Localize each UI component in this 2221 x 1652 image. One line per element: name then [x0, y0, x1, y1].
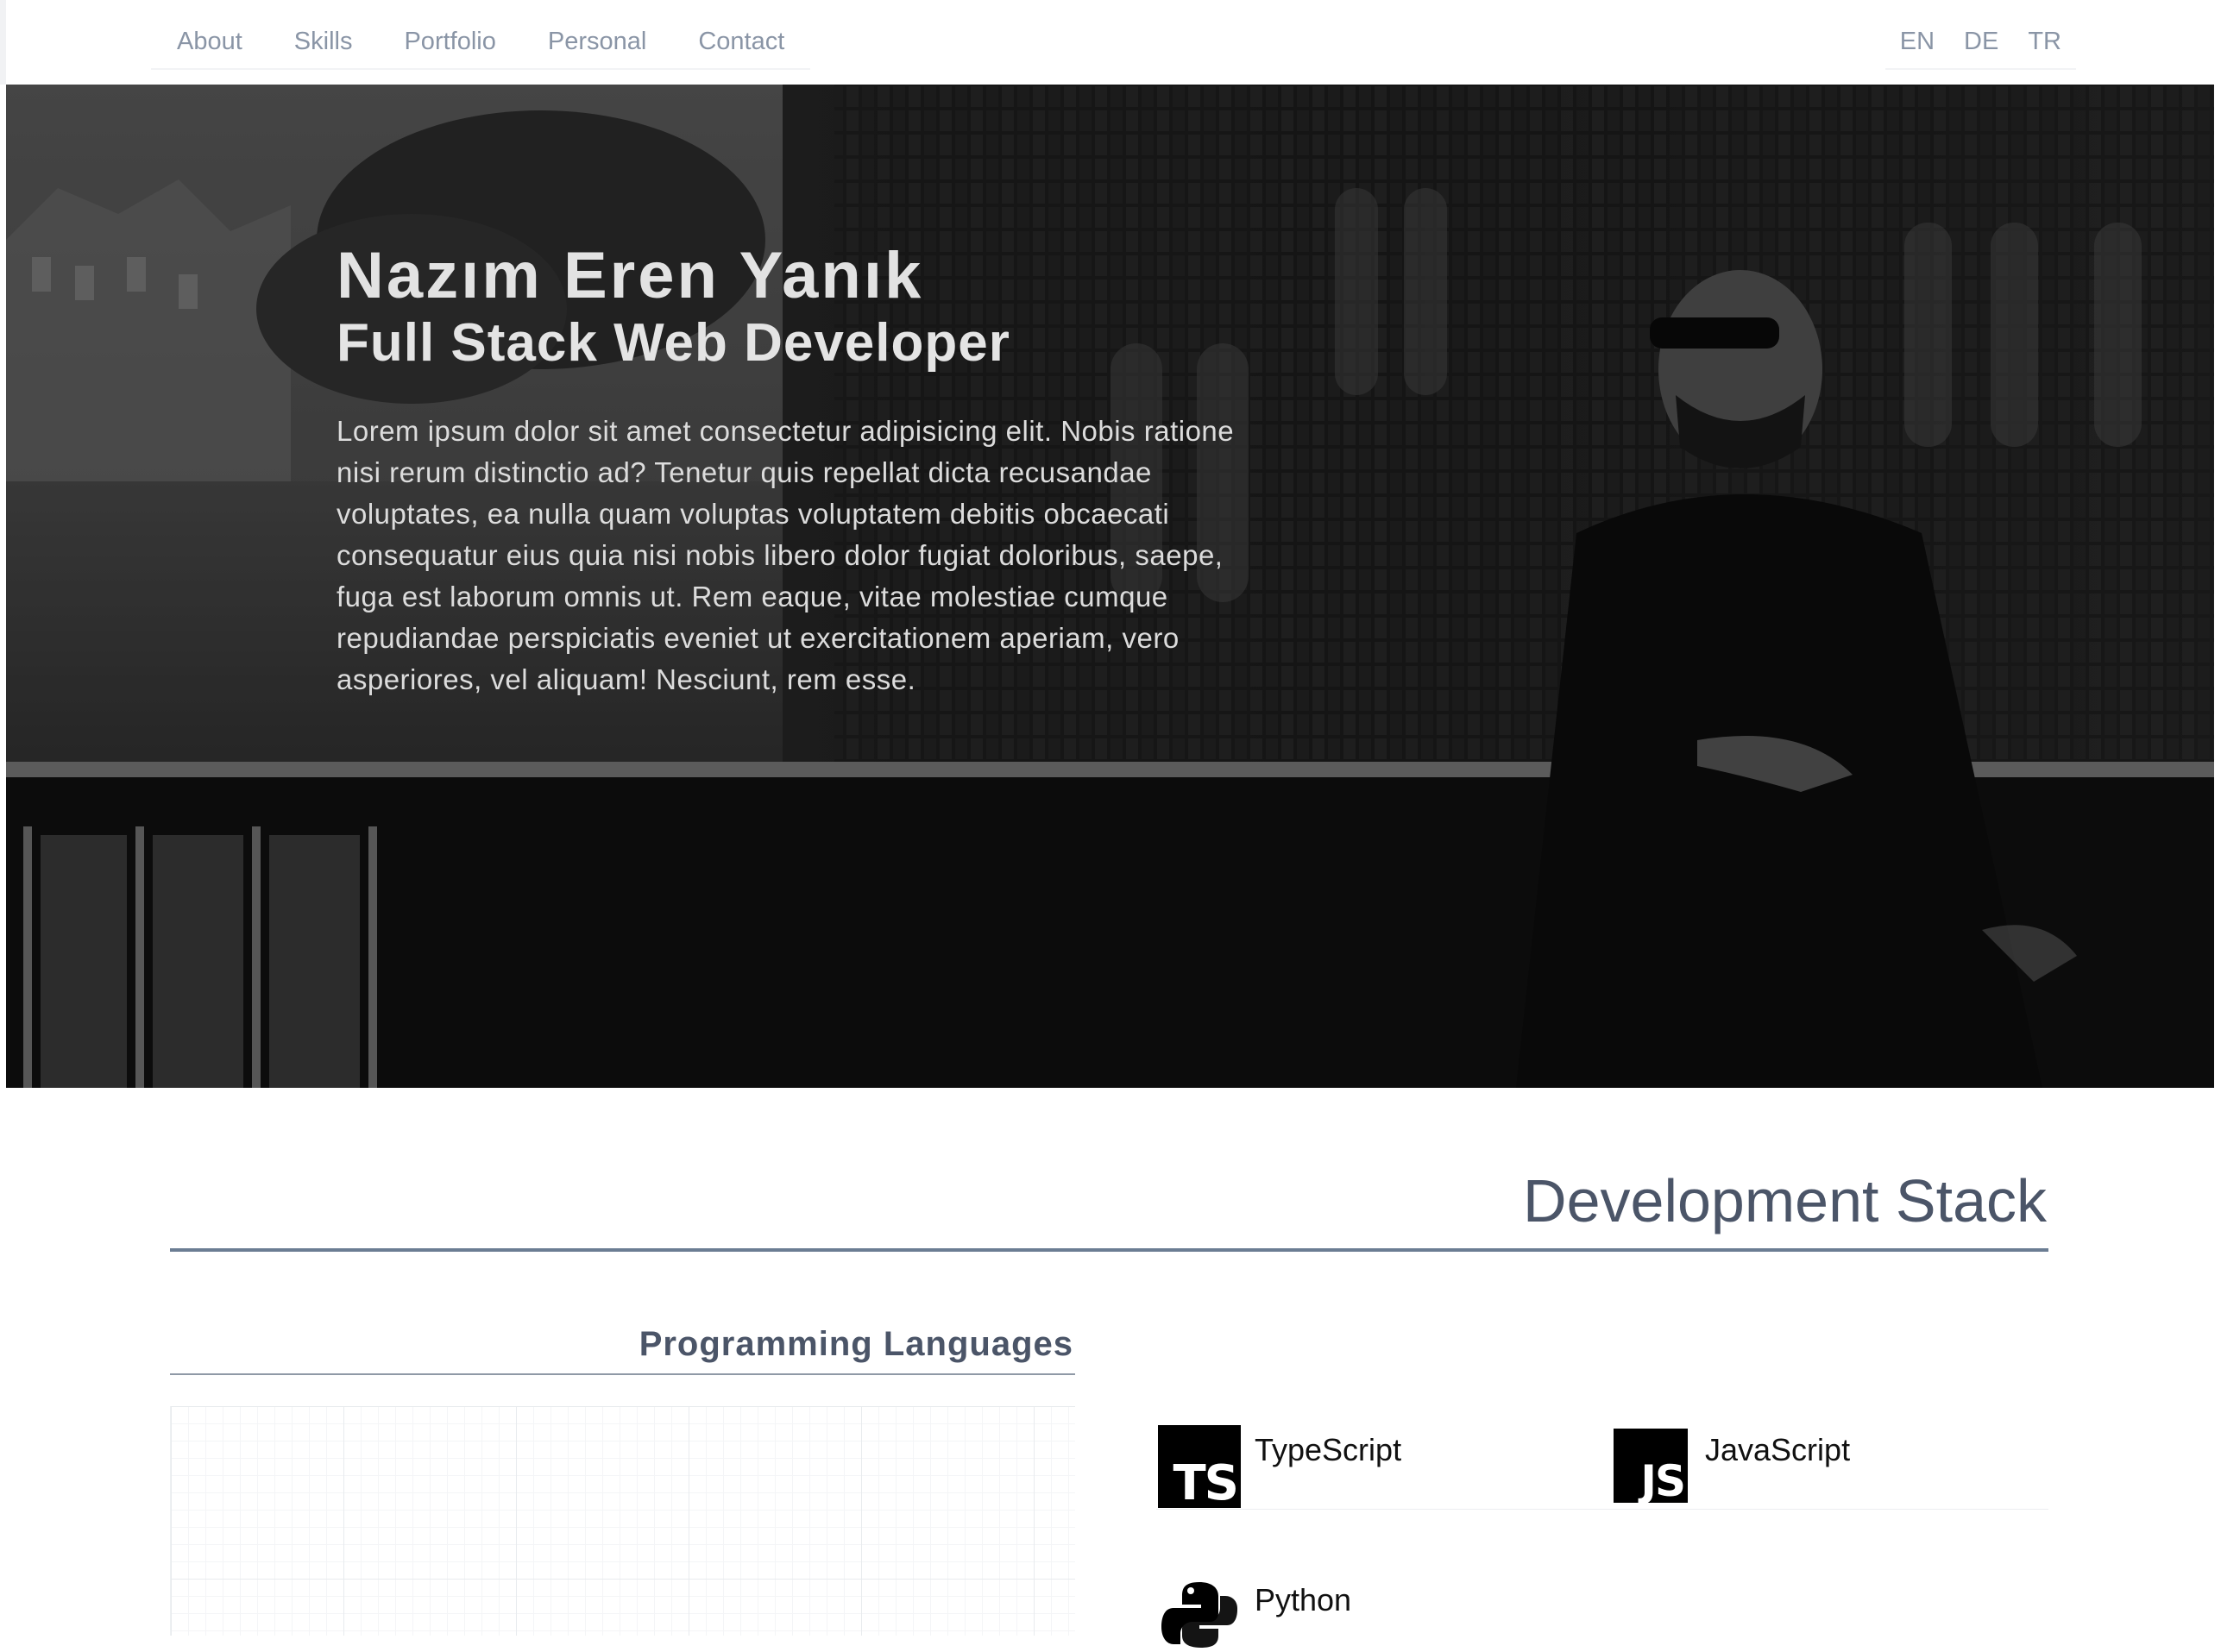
skill-label-javascript: JavaScript [1705, 1432, 1851, 1467]
hero-name: Nazım Eren Yanık [337, 239, 924, 312]
python-icon [1158, 1579, 1241, 1648]
section-divider [170, 1248, 2048, 1252]
typescript-icon-text: TS [1173, 1455, 1239, 1511]
hero-section: Nazım Eren Yanık Full Stack Web Develope… [6, 85, 2214, 1088]
lang-en-link[interactable]: EN [1884, 19, 1950, 70]
skill-item-typescript: TS TypeScript [1158, 1425, 1402, 1511]
language-switcher: EN DE TR [1884, 19, 2076, 70]
skill-item-python: Python [1158, 1579, 1351, 1648]
skills-row-divider [1156, 1509, 2048, 1510]
javascript-icon: JS [1614, 1429, 1688, 1506]
lang-de-link[interactable]: DE [1949, 19, 2014, 70]
main-nav: About Skills Portfolio Personal Contact [151, 19, 811, 70]
hero-role: Full Stack Web Developer [337, 313, 1010, 373]
nav-link-contact[interactable]: Contact [672, 19, 811, 70]
lang-tr-link[interactable]: TR [2013, 19, 2076, 70]
nav-link-skills[interactable]: Skills [267, 19, 379, 70]
hero-intro: Nazım Eren Yanık Full Stack Web Develope… [337, 240, 1286, 700]
top-navbar: About Skills Portfolio Personal Contact … [0, 0, 2221, 85]
programming-languages-divider [170, 1373, 1075, 1375]
programming-languages-heading: Programming Languages [639, 1325, 1073, 1363]
skill-label-python: Python [1255, 1582, 1352, 1617]
hero-description: Lorem ipsum dolor sit amet consectetur a… [337, 415, 1235, 695]
nav-link-portfolio[interactable]: Portfolio [378, 19, 522, 70]
nav-link-about[interactable]: About [151, 19, 268, 70]
typescript-icon: TS [1158, 1425, 1241, 1511]
nav-link-personal[interactable]: Personal [521, 19, 673, 70]
skills-chart-grid [170, 1406, 1075, 1636]
section-title-development-stack: Development Stack [1523, 1167, 2047, 1234]
skill-label-typescript: TypeScript [1255, 1432, 1402, 1467]
javascript-icon-text: JS [1640, 1456, 1686, 1506]
skill-item-javascript: JS JavaScript [1614, 1429, 1851, 1506]
